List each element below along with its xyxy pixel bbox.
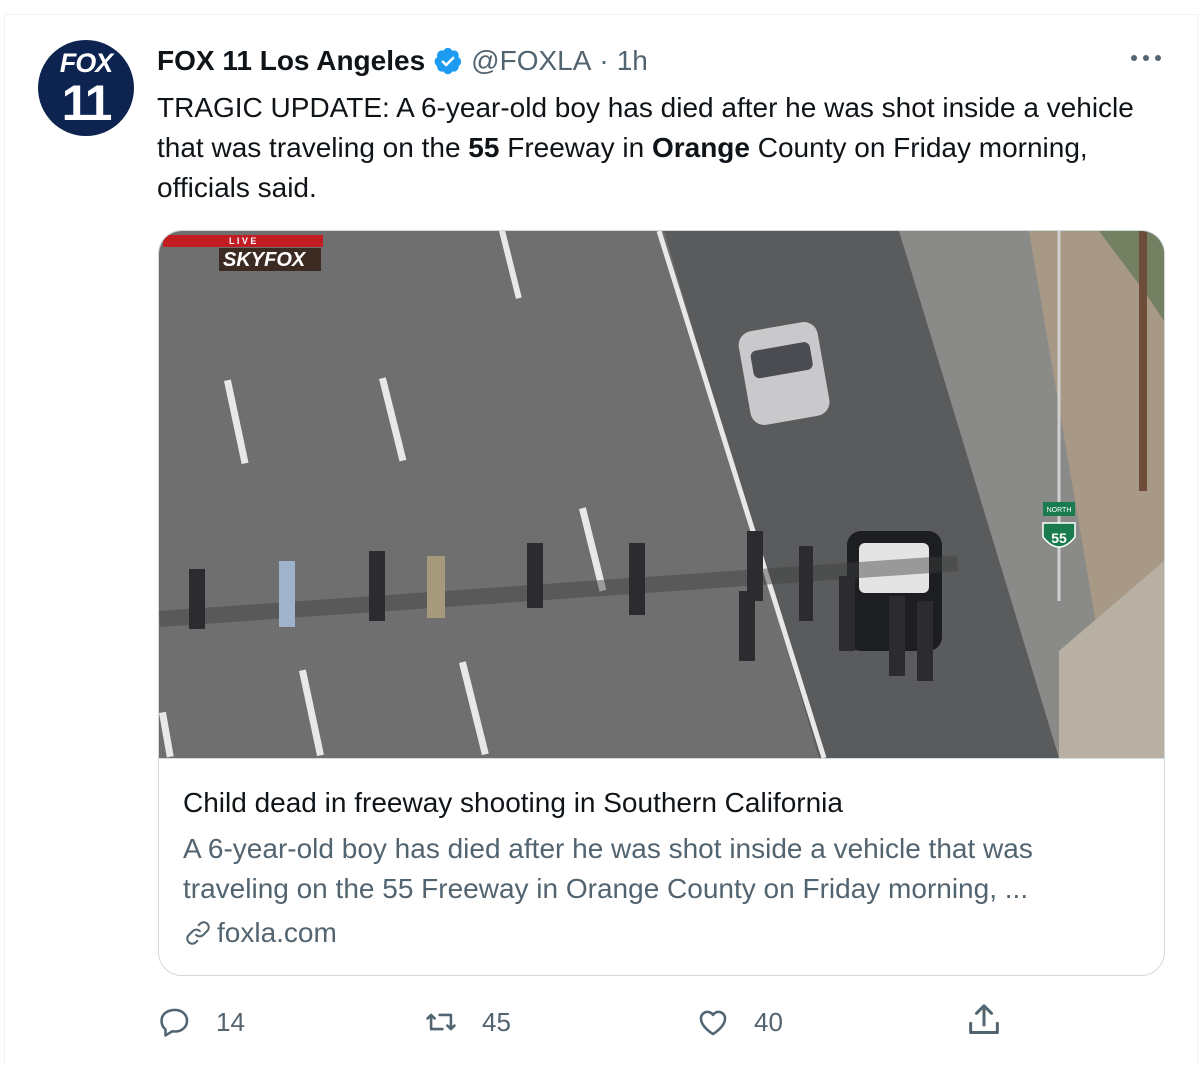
reply-button[interactable]: 14 bbox=[158, 1000, 245, 1044]
reply-count: 14 bbox=[216, 1006, 245, 1037]
verified-badge-icon bbox=[434, 47, 462, 75]
separator-dot: · bbox=[599, 45, 609, 76]
retweet-icon bbox=[426, 1013, 456, 1031]
tweet-text-bold-55: 55 bbox=[468, 132, 500, 163]
overlay-skyfox-text: SKYFOX bbox=[223, 249, 307, 271]
freeway-sign: NORTH 55 bbox=[1042, 502, 1076, 548]
tweet-text-bold-orange: Orange bbox=[651, 132, 750, 163]
retweet-button[interactable]: 45 bbox=[424, 1000, 511, 1044]
tweet-actions: 14 45 40 bbox=[158, 1000, 1058, 1044]
link-card[interactable]: NORTH 55 L I V E SKYFOX Child dead in fr… bbox=[158, 230, 1165, 976]
tweet-header: FOX 11 Los Angeles @FOXLA · 1h bbox=[157, 42, 648, 80]
card-domain-text: foxla.com bbox=[217, 917, 337, 948]
link-icon bbox=[186, 921, 210, 945]
like-count: 40 bbox=[754, 1006, 783, 1037]
retweet-count: 45 bbox=[482, 1006, 511, 1037]
heart-icon bbox=[699, 1010, 727, 1036]
card-image[interactable]: NORTH 55 L I V E SKYFOX bbox=[159, 231, 1164, 759]
avatar-logo-text-bottom: 11 bbox=[61, 75, 113, 131]
card-domain[interactable]: foxla.com bbox=[183, 913, 337, 953]
overlay-live-text: L I V E bbox=[229, 236, 256, 246]
account-handle[interactable]: @FOXLA bbox=[471, 45, 591, 77]
tweet-timestamp[interactable]: 1h bbox=[617, 45, 648, 77]
tweet-text-part2: Freeway in bbox=[499, 132, 652, 163]
tweet-text: TRAGIC UPDATE: A 6-year-old boy has died… bbox=[157, 88, 1167, 208]
card-description: A 6-year-old boy has died after he was s… bbox=[183, 833, 1033, 904]
card-title[interactable]: Child dead in freeway shooting in Southe… bbox=[183, 787, 843, 819]
avatar[interactable]: FOX 11 bbox=[38, 40, 134, 136]
more-options-icon[interactable] bbox=[1128, 48, 1164, 68]
account-name[interactable]: FOX 11 Los Angeles bbox=[157, 45, 425, 77]
like-button[interactable]: 40 bbox=[696, 1000, 783, 1044]
sign-number-text: 55 bbox=[1051, 530, 1067, 546]
sign-north-text: NORTH bbox=[1047, 507, 1072, 514]
share-icon[interactable] bbox=[964, 1000, 1004, 1040]
reply-icon bbox=[160, 1008, 189, 1037]
silver-car bbox=[738, 321, 830, 425]
